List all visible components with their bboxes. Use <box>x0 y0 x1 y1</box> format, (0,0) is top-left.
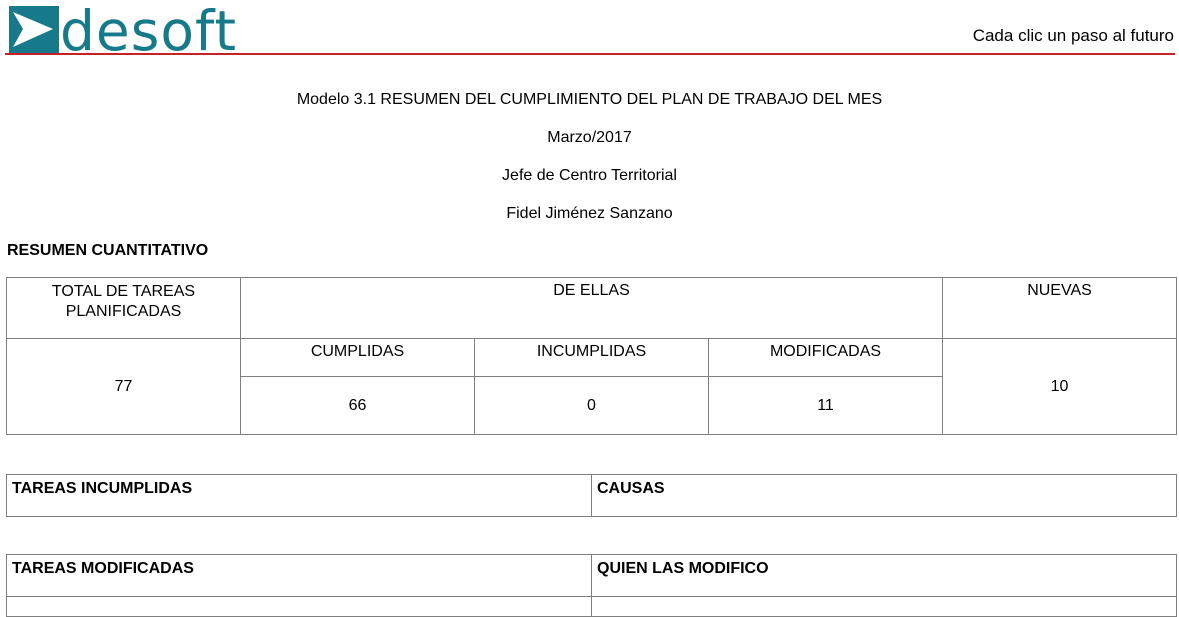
header-total-planificadas: TOTAL DE TAREAS PLANIFICADAS <box>6 277 241 339</box>
header-causas: CAUSAS <box>591 474 1177 517</box>
value-modificadas: 11 <box>708 376 943 435</box>
header-divider <box>5 53 1175 55</box>
header-incumplidas: INCUMPLIDAS <box>474 338 709 377</box>
table-row-empty-2 <box>591 596 1177 617</box>
header-cumplidas: CUMPLIDAS <box>240 338 475 377</box>
tagline: Cada clic un paso al futuro <box>972 26 1174 45</box>
header-tareas-modificadas: TAREAS MODIFICADAS <box>6 554 592 597</box>
header-tareas-incumplidas: TAREAS INCUMPLIDAS <box>6 474 592 517</box>
value-total: 77 <box>6 338 241 435</box>
summary-table: TOTAL DE TAREAS PLANIFICADAS DE ELLAS NU… <box>6 277 1177 435</box>
value-nuevas: 10 <box>942 338 1177 435</box>
desoft-logo: desoft <box>9 0 238 63</box>
value-cumplidas: 66 <box>240 376 475 435</box>
tareas-modificadas-table: TAREAS MODIFICADAS QUIEN LAS MODIFICO <box>6 554 1177 617</box>
document-person: Fidel Jiménez Sanzano <box>506 205 673 222</box>
document-position: Jefe de Centro Territorial <box>502 167 677 184</box>
table-row-empty-1 <box>6 596 592 617</box>
tareas-incumplidas-table: TAREAS INCUMPLIDAS CAUSAS <box>6 474 1177 517</box>
logo-mark-icon <box>9 6 59 53</box>
header-modificadas: MODIFICADAS <box>708 338 943 377</box>
document-period: Marzo/2017 <box>547 129 632 146</box>
section-title: RESUMEN CUANTITATIVO <box>7 242 209 259</box>
value-incumplidas: 0 <box>474 376 709 435</box>
page-header: desoft Cada clic un paso al futuro <box>0 0 1179 63</box>
header-quien-las-modifico: QUIEN LAS MODIFICO <box>591 554 1177 597</box>
document-title: Modelo 3.1 RESUMEN DEL CUMPLIMIENTO DEL … <box>296 91 883 108</box>
logo-text: desoft <box>60 0 238 63</box>
header-nuevas: NUEVAS <box>942 277 1177 339</box>
header-de-ellas: DE ELLAS <box>240 277 943 339</box>
